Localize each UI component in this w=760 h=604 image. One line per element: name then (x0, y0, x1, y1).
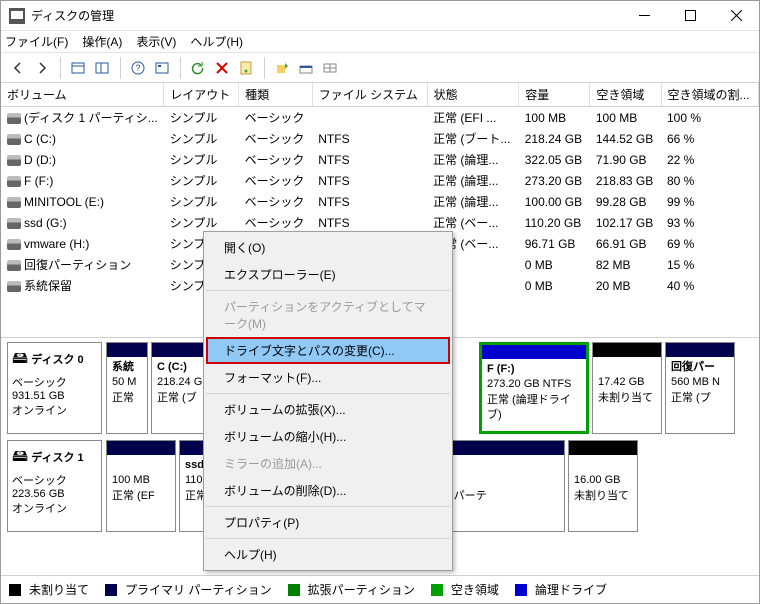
legend-swatch (9, 584, 21, 596)
disk-header[interactable]: 🖴 ディスク 1ベーシック223.56 GBオンライン (7, 440, 102, 532)
panel-button-2[interactable] (91, 57, 113, 79)
context-menu-item[interactable]: エクスプローラー(E) (206, 261, 450, 288)
partition[interactable]: 16.00 GB未割り当て (568, 440, 638, 532)
column-header[interactable]: 容量 (519, 83, 590, 107)
legend-label: 論理ドライブ (535, 581, 607, 598)
disk-icon: 🖴 (12, 448, 28, 465)
partition-color-bar (569, 441, 637, 455)
volume-icon (7, 239, 21, 250)
partition-color-bar (666, 343, 734, 357)
panel-button-1[interactable] (67, 57, 89, 79)
partition-color-bar (107, 343, 147, 357)
column-header[interactable]: ボリューム (1, 83, 164, 107)
delete-button[interactable] (211, 57, 233, 79)
partition[interactable]: 100 MB正常 (EF (106, 440, 176, 532)
legend-swatch (431, 584, 443, 596)
column-header[interactable]: レイアウト (164, 83, 239, 107)
volume-icon (7, 113, 21, 124)
column-header[interactable]: 空き領域の割... (661, 83, 759, 107)
maximize-button[interactable] (667, 1, 713, 31)
column-header[interactable]: 状態 (427, 83, 519, 107)
volume-icon (7, 134, 21, 145)
refresh-button[interactable] (187, 57, 209, 79)
menu-view[interactable]: 表示(V) (136, 33, 176, 50)
volume-icon (7, 281, 21, 292)
app-icon (9, 8, 25, 24)
context-menu-item[interactable]: プロパティ(P) (206, 509, 450, 536)
partition[interactable]: 系統50 M正常 (106, 342, 148, 434)
forward-button[interactable] (31, 57, 53, 79)
partition-color-bar (593, 343, 661, 357)
volume-icon (7, 197, 21, 208)
volume-row[interactable]: C (C:)シンプルベーシックNTFS正常 (ブート...218.24 GB14… (1, 128, 759, 149)
legend-swatch (105, 584, 117, 596)
action-button-3[interactable] (319, 57, 341, 79)
volume-row[interactable]: MINITOOL (E:)シンプルベーシックNTFS正常 (論理...100.0… (1, 191, 759, 212)
window-buttons (621, 1, 759, 31)
disk-icon: 🖴 (12, 350, 28, 367)
context-menu: 開く(O)エクスプローラー(E) パーティションをアクティブとしてマーク(M)ドラ… (203, 231, 453, 571)
menu-bar: ファイル(F) 操作(A) 表示(V) ヘルプ(H) (1, 31, 759, 53)
volume-row[interactable]: (ディスク 1 パーティシ...シンプルベーシック正常 (EFI ...100 … (1, 107, 759, 129)
volume-icon (7, 260, 21, 271)
menu-action[interactable]: 操作(A) (82, 33, 122, 50)
legend-label: 未割り当て (29, 581, 89, 598)
volume-icon (7, 218, 21, 229)
properties-button[interactable] (235, 57, 257, 79)
settings-button[interactable] (151, 57, 173, 79)
volume-row[interactable]: D (D:)シンプルベーシックNTFS正常 (論理...322.05 GB71.… (1, 149, 759, 170)
context-menu-item[interactable]: フォーマット(F)... (206, 364, 450, 391)
minimize-button[interactable] (621, 1, 667, 31)
context-menu-item: パーティションをアクティブとしてマーク(M) (206, 293, 450, 337)
close-button[interactable] (713, 1, 759, 31)
legend-swatch (515, 584, 527, 596)
toolbar: ? (1, 53, 759, 83)
context-menu-item[interactable]: ヘルプ(H) (206, 541, 450, 568)
context-menu-item: ミラーの追加(A)... (206, 450, 450, 477)
column-header[interactable]: 種類 (239, 83, 313, 107)
partition-color-bar (482, 345, 586, 359)
menu-file[interactable]: ファイル(F) (5, 33, 68, 50)
context-menu-item[interactable]: 開く(O) (206, 234, 450, 261)
disk-header[interactable]: 🖴 ディスク 0ベーシック931.51 GBオンライン (7, 342, 102, 434)
column-header[interactable]: 空き領域 (590, 83, 661, 107)
help-button[interactable]: ? (127, 57, 149, 79)
back-button[interactable] (7, 57, 29, 79)
legend: 未割り当て プライマリ パーティション 拡張パーティション 空き領域 論理ドライブ (1, 575, 759, 603)
context-menu-item[interactable]: ボリュームの拡張(X)... (206, 396, 450, 423)
legend-swatch (288, 584, 300, 596)
context-menu-item[interactable]: ボリュームの縮小(H)... (206, 423, 450, 450)
column-header[interactable]: ファイル システム (312, 83, 427, 107)
title-bar: ディスクの管理 (1, 1, 759, 31)
volume-icon (7, 176, 21, 187)
partition[interactable]: 17.42 GB未割り当て (592, 342, 662, 434)
menu-help[interactable]: ヘルプ(H) (190, 33, 243, 50)
window-title: ディスクの管理 (31, 7, 621, 24)
legend-label: 空き領域 (451, 581, 499, 598)
svg-text:?: ? (135, 63, 140, 73)
context-menu-item[interactable]: ドライブ文字とパスの変更(C)... (206, 337, 450, 364)
legend-label: 拡張パーティション (308, 581, 415, 598)
volume-row[interactable]: F (F:)シンプルベーシックNTFS正常 (論理...273.20 GB218… (1, 170, 759, 191)
volume-icon (7, 155, 21, 166)
partition-color-bar (107, 441, 175, 455)
volume-row[interactable]: ssd (G:)シンプルベーシックNTFS正常 (ベー...110.20 GB1… (1, 212, 759, 233)
partition[interactable]: F (F:)273.20 GB NTFS正常 (論理ドライブ) (479, 342, 589, 434)
partition[interactable]: 回復パー560 MB N正常 (プ (665, 342, 735, 434)
context-menu-item[interactable]: ボリュームの削除(D)... (206, 477, 450, 504)
action-button-1[interactable] (271, 57, 293, 79)
action-button-2[interactable] (295, 57, 317, 79)
legend-label: プライマリ パーティション (125, 581, 272, 598)
